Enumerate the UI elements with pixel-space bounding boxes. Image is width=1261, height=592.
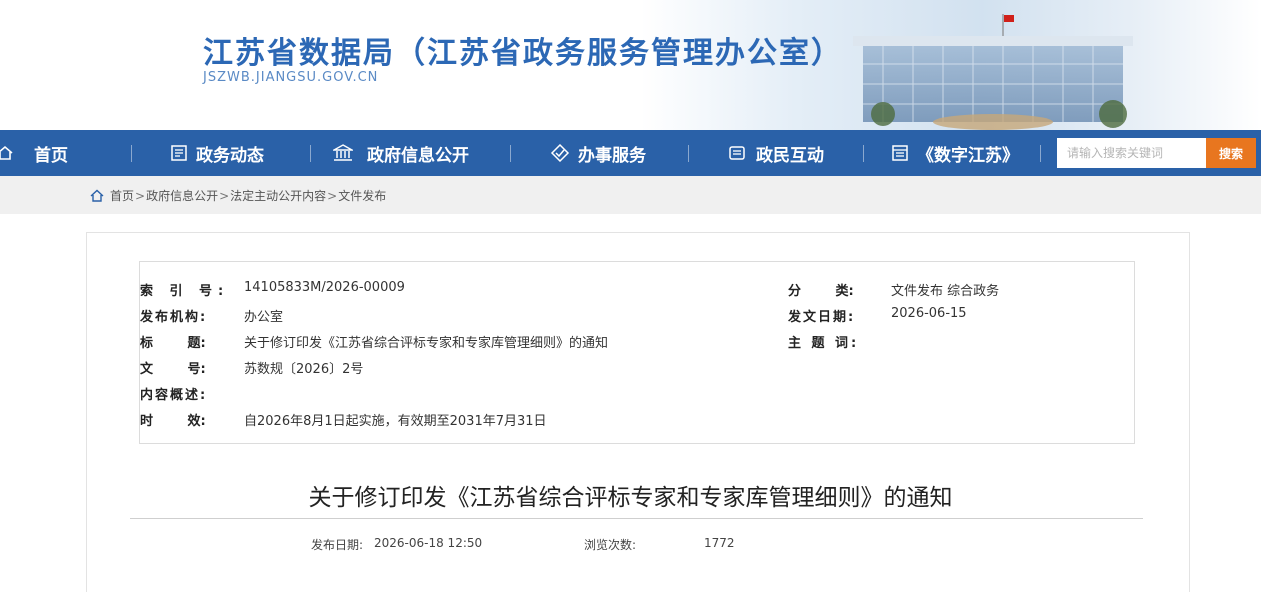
service-badge-icon xyxy=(550,144,570,162)
publish-date-label: 发布日期: xyxy=(311,538,364,552)
document-title: 关于修订印发《江苏省综合评标专家和专家库管理细则》的通知 xyxy=(308,485,953,511)
nav-divider xyxy=(510,145,511,162)
meta-title-value: 关于修订印发《江苏省综合评标专家和专家库管理细则》的通知 xyxy=(244,336,609,351)
breadcrumb-separator: > xyxy=(219,188,230,203)
nav-item-home[interactable]: 首页 xyxy=(0,130,68,176)
site-banner: 江苏省数据局（江苏省政务服务管理办公室） JSZWB.JIANGSU.GOV.C… xyxy=(0,0,1261,130)
title-divider xyxy=(130,518,1143,519)
breadcrumb: 首页 > 政府信息公开 > 法定主动公开内容 > 文件发布 xyxy=(90,187,386,204)
breadcrumb-gov-info[interactable]: 政府信息公开 xyxy=(146,187,218,204)
search-button[interactable]: 搜索 xyxy=(1206,138,1256,168)
meta-keywords-label: 主 题 词: xyxy=(788,336,860,351)
nav-item-news[interactable]: 政务动态 xyxy=(170,130,264,176)
home-icon xyxy=(0,145,13,160)
nav-item-gov-info[interactable]: 政府信息公开 xyxy=(333,130,469,176)
site-title: 江苏省数据局（江苏省政务服务管理办公室） xyxy=(203,36,843,71)
meta-doc-no-value: 苏数规〔2026〕2号 xyxy=(244,362,364,377)
breadcrumb-separator: > xyxy=(135,188,146,203)
government-building-icon xyxy=(333,144,353,161)
nav-label-news: 政务动态 xyxy=(196,145,264,166)
meta-title-label: 标 题: xyxy=(140,336,206,351)
meta-doc-no-label: 文 号: xyxy=(140,362,206,377)
nav-item-digital-jiangsu[interactable]: 《数字江苏》 xyxy=(891,130,1019,176)
publish-date-value: 2026-06-18 12:50 xyxy=(374,536,483,550)
home-icon xyxy=(90,189,104,202)
breadcrumb-file-release[interactable]: 文件发布 xyxy=(338,187,386,204)
nav-label-service: 办事服务 xyxy=(578,145,646,166)
meta-issue-date-value: 2026-06-15 xyxy=(891,306,967,321)
meta-validity-value: 自2026年8月1日起实施，有效期至2031年7月31日 xyxy=(244,414,547,429)
nav-label-home: 首页 xyxy=(34,145,68,166)
meta-category-value: 文件发布 综合政务 xyxy=(891,284,1000,299)
search-input[interactable] xyxy=(1057,138,1206,168)
meta-issue-date-label: 发文日期: xyxy=(788,310,856,325)
nav-item-interaction[interactable]: 政民互动 xyxy=(728,130,824,176)
meta-org-value: 办公室 xyxy=(244,310,284,325)
meta-validity-label: 时 效: xyxy=(140,414,206,429)
site-domain: JSZWB.JIANGSU.GOV.CN xyxy=(203,70,379,85)
nav-divider xyxy=(1040,145,1041,162)
meta-index-value: 14105833M/2026-00009 xyxy=(244,280,405,295)
breadcrumb-statutory[interactable]: 法定主动公开内容 xyxy=(230,187,326,204)
meta-summary-label: 内容概述: xyxy=(140,388,208,403)
nav-label-interaction: 政民互动 xyxy=(756,145,824,166)
breadcrumb-home[interactable]: 首页 xyxy=(110,187,134,204)
meta-index-label: 索 引 号: xyxy=(140,284,230,299)
news-icon xyxy=(171,145,187,161)
nav-divider xyxy=(688,145,689,162)
nav-divider xyxy=(131,145,132,162)
nav-label-digital-jiangsu: 《数字江苏》 xyxy=(917,145,1019,166)
views-value: 1772 xyxy=(704,536,735,550)
nav-divider xyxy=(310,145,311,162)
nav-divider xyxy=(863,145,864,162)
breadcrumb-separator: > xyxy=(327,188,338,203)
meta-category-label: 分 类: xyxy=(788,284,854,299)
government-building-illustration xyxy=(853,14,1133,130)
views-label: 浏览次数: xyxy=(584,538,637,552)
magazine-icon xyxy=(892,145,908,161)
interaction-icon xyxy=(729,146,745,160)
nav-label-gov-info: 政府信息公开 xyxy=(367,145,469,166)
meta-org-label: 发布机构: xyxy=(140,310,208,325)
nav-item-service[interactable]: 办事服务 xyxy=(550,130,646,176)
